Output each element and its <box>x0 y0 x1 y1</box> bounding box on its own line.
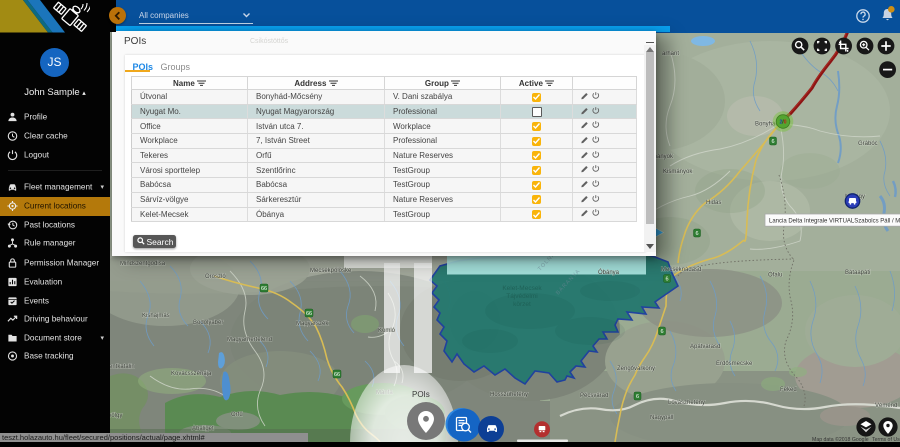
svg-text:6: 6 <box>660 329 663 335</box>
svg-text:Lovászhetény: Lovászhetény <box>668 400 705 406</box>
svg-text:6: 6 <box>636 394 639 400</box>
svg-text:Pécsvárad: Pécsvárad <box>580 393 608 399</box>
svg-text:Szentkatalin: Szentkatalin <box>110 364 135 370</box>
svg-text:Kismányok: Kismányok <box>663 169 693 175</box>
svg-text:Tájvédelmi: Tájvédelmi <box>506 293 537 300</box>
svg-text:korvölgy: korvölgy <box>110 413 122 419</box>
svg-text:Kelet-Mecsek: Kelet-Mecsek <box>502 285 542 292</box>
svg-text:Magyarhertelend: Magyarhertelend <box>227 337 272 343</box>
svg-text:POIs: POIs <box>412 390 430 399</box>
svg-text:Hosszúhetény: Hosszúhetény <box>490 392 528 398</box>
svg-text:Feked: Feked <box>780 387 797 393</box>
svg-text:körzet: körzet <box>513 301 531 308</box>
svg-text:Mecsekpölöske: Mecsekpölöske <box>310 268 352 274</box>
svg-text:Kovácsszénája: Kovácsszénája <box>171 371 212 377</box>
svg-text:Zengővárkony: Zengővárkony <box>617 366 655 372</box>
svg-text:Oroszló: Oroszló <box>205 274 226 280</box>
svg-text:6: 6 <box>771 139 774 145</box>
svg-text:arhant: arhant <box>662 51 679 57</box>
svg-text:Nagypall: Nagypall <box>650 415 673 421</box>
svg-text:Hidas: Hidas <box>706 200 721 206</box>
svg-text:Kishajmás: Kishajmás <box>142 313 170 319</box>
svg-text:66: 66 <box>334 372 340 378</box>
svg-text:2/0: 2/0 <box>780 119 787 125</box>
svg-text:Ófalu: Ófalu <box>768 272 782 279</box>
svg-text:Abaliget: Abaliget <box>192 426 214 432</box>
svg-text:Grábóc: Grábóc <box>858 141 878 147</box>
svg-text:Terms of Use: Terms of Use <box>872 437 900 442</box>
svg-text:Bátaapáti: Bátaapáti <box>845 270 870 276</box>
svg-text:6: 6 <box>695 231 698 237</box>
svg-text:Bodolyabér: Bodolyabér <box>193 320 223 326</box>
svg-text:Apátvarasd: Apátvarasd <box>690 344 720 350</box>
svg-text:6: 6 <box>665 277 668 283</box>
svg-text:Orfű: Orfű <box>231 412 243 418</box>
svg-text:66: 66 <box>306 311 312 317</box>
svg-text:Véménd: Véménd <box>875 403 897 409</box>
svg-text:Lancia Delta Integrale VIRTUAL: Lancia Delta Integrale VIRTUALSzabolcs P… <box>769 219 900 225</box>
svg-text:Erdősmecske: Erdősmecske <box>716 361 753 367</box>
svg-text:Mecseknádasd: Mecseknádasd <box>661 267 701 273</box>
svg-text:66: 66 <box>261 286 267 292</box>
svg-text:Óbánya: Óbánya <box>598 269 620 276</box>
svg-text:Map data ©2018 Google: Map data ©2018 Google <box>812 436 869 442</box>
svg-text:Komló: Komló <box>378 328 396 334</box>
svg-text:Mindszentgodisa: Mindszentgodisa <box>120 261 166 267</box>
svg-text:Magyarszék: Magyarszék <box>296 321 329 327</box>
